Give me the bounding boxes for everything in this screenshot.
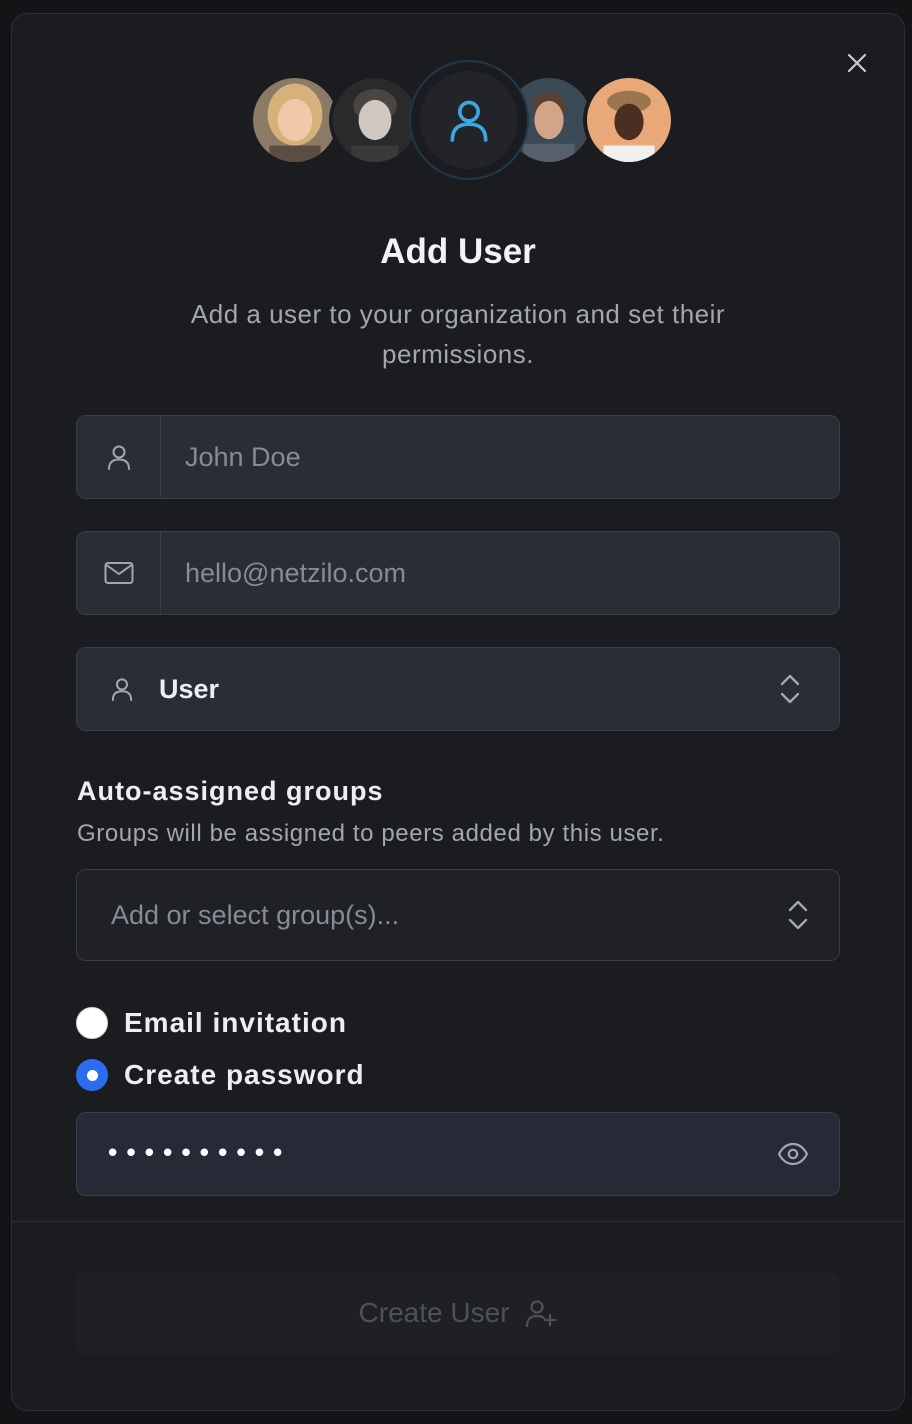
role-value: User [159, 673, 220, 704]
footer-divider [12, 1221, 904, 1222]
role-select[interactable]: User [76, 647, 840, 731]
center-avatar [409, 60, 529, 180]
radio-label: Create password [124, 1059, 365, 1090]
chevron-up-down-icon [787, 899, 809, 931]
avatar-group [249, 60, 675, 180]
eye-icon[interactable] [777, 1142, 809, 1166]
add-user-dialog: Add User Add a user to your organization… [11, 13, 905, 1411]
radio-label: Email invitation [124, 1007, 347, 1038]
close-button[interactable] [842, 48, 872, 78]
mail-icon [104, 561, 134, 585]
name-field [76, 415, 840, 499]
radio-email-invitation[interactable]: Email invitation [76, 1007, 347, 1039]
avatar [249, 74, 341, 166]
user-plus-icon [525, 1299, 557, 1327]
email-prefix [77, 532, 161, 614]
radio-button[interactable] [76, 1007, 108, 1039]
user-icon [449, 98, 489, 142]
chevron-up-down-icon [779, 673, 801, 705]
close-icon [845, 51, 869, 75]
user-icon [107, 444, 131, 470]
create-user-label: Create User [358, 1297, 510, 1328]
email-field [76, 531, 840, 615]
name-prefix [77, 416, 161, 498]
groups-help: Groups will be assigned to peers added b… [77, 820, 665, 847]
email-input[interactable] [161, 532, 839, 614]
groups-select[interactable]: Add or select group(s)... [76, 869, 840, 961]
radio-button[interactable] [76, 1059, 108, 1091]
groups-label: Auto-assigned groups [77, 776, 384, 806]
dialog-subtitle: Add a user to your organization and set … [190, 299, 726, 369]
avatar [583, 74, 675, 166]
dialog-title: Add User [380, 232, 536, 271]
radio-create-password[interactable]: Create password [76, 1059, 365, 1091]
password-field[interactable]: •••••••••• [76, 1112, 840, 1196]
user-icon [111, 677, 137, 701]
create-user-button[interactable]: Create User [76, 1272, 840, 1354]
avatar [329, 74, 421, 166]
password-value: •••••••••• [105, 1139, 289, 1169]
groups-placeholder: Add or select group(s)... [111, 899, 400, 930]
name-input[interactable] [161, 416, 839, 498]
